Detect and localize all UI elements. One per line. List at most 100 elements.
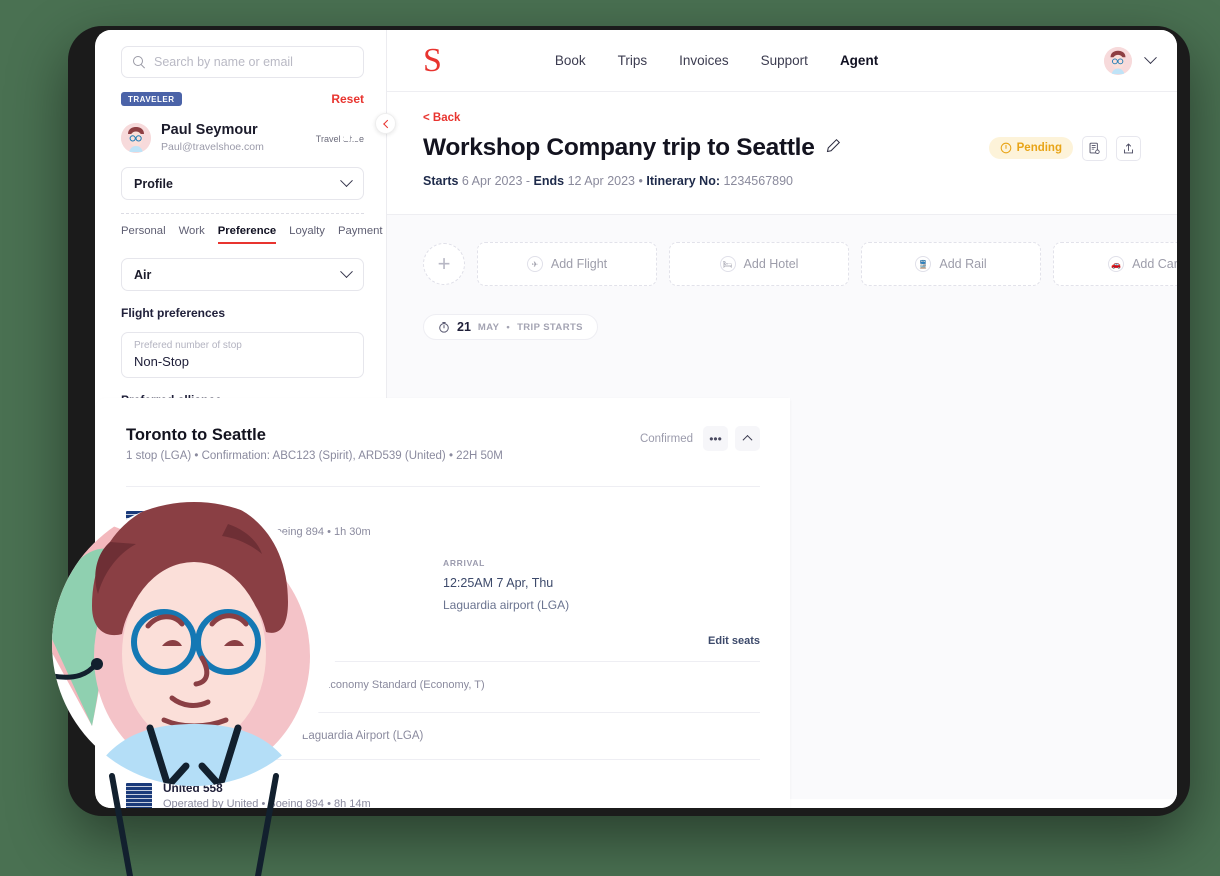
train-icon: 🚆 (915, 256, 932, 272)
preferred-stops-value: Non-Stop (134, 354, 189, 370)
add-flight-label: Add Flight (550, 257, 608, 271)
arrival-col: ARRIVAL 12:25AM 7 Apr, Thu Laguardia air… (443, 558, 760, 612)
user-menu[interactable] (1104, 46, 1157, 75)
sidebar-collapse-button[interactable] (375, 113, 396, 134)
arrival-time: 12:25AM 7 Apr, Thu (443, 576, 554, 590)
arrival-place: Laguardia airport (LGA) (443, 598, 570, 612)
stopwatch-icon (439, 322, 449, 333)
clock-icon (1000, 142, 1011, 154)
tag-row: TRAVELER Reset (121, 92, 364, 106)
tab-payment[interactable]: Payment (338, 225, 383, 244)
flight-title: Toronto to Seattle (126, 426, 266, 444)
search-input[interactable]: Search by name or email (121, 46, 364, 78)
chevron-down-icon[interactable] (1144, 51, 1157, 65)
chevron-down-icon (340, 174, 353, 188)
arrival-label: ARRIVAL (443, 558, 486, 568)
nav-links: Book Trips Invoices Support Agent (555, 53, 878, 68)
nav-item-invoices[interactable]: Invoices (679, 53, 729, 68)
category-select[interactable]: Air (121, 258, 364, 292)
traveler-badge: TRAVELER (121, 92, 182, 106)
avatar (121, 122, 151, 153)
flight-subtitle: 1 stop (LGA) • Confirmation: ABC123 (Spi… (126, 450, 503, 462)
page-title: Workshop Company trip to Seattle (423, 134, 815, 161)
share-icon (1123, 143, 1134, 153)
flight-preferences-heading: Flight preferences (121, 306, 226, 321)
tab-preference[interactable]: Preference (217, 225, 277, 245)
divider (121, 213, 364, 215)
category-select-label: Air (134, 267, 152, 282)
plane-icon: ✈ (526, 256, 543, 272)
add-toolbar: + ✈ Add Flight 🛏 Add Hotel 🚆 Add Rail 🚗 … (423, 242, 1177, 286)
starts-value: 6 Apr 2023 (461, 174, 523, 188)
preferred-stops-label: Prefered number of stop (134, 340, 242, 352)
date-dash: - (525, 174, 531, 188)
add-hotel-button[interactable]: 🛏 Add Hotel (669, 242, 849, 286)
edit-seats-button[interactable]: Edit seats (708, 635, 760, 647)
back-button[interactable]: < Back (423, 112, 1141, 124)
company-block: Travel Shoe (316, 131, 364, 151)
ends-value: 12 Apr 2023 (567, 174, 635, 188)
flight-card-actions: Confirmed ••• (640, 426, 760, 451)
trip-meta: Starts 6 Apr 2023 - Ends 12 Apr 2023 • I… (423, 174, 1141, 188)
chevron-up-icon (742, 434, 753, 445)
add-car-label: Add Car (1132, 257, 1177, 271)
logo-icon[interactable]: S (423, 43, 442, 78)
nav-item-trips[interactable]: Trips (618, 53, 648, 68)
nav-item-book[interactable]: Book (555, 53, 586, 68)
car-icon: 🚗 (1108, 256, 1125, 272)
flight-card-title-block: Toronto to Seattle 1 stop (LGA) • Confir… (126, 426, 503, 462)
chevron-down-icon (340, 265, 353, 279)
day-month: MAY (477, 321, 500, 333)
share-button[interactable] (1116, 135, 1141, 161)
mascot-illustration (52, 476, 336, 876)
nav-item-support[interactable]: Support (761, 53, 808, 68)
tab-loyalty[interactable]: Loyalty (289, 225, 325, 244)
document-icon (1089, 142, 1100, 154)
search-placeholder: Search by name or email (154, 55, 293, 69)
person-info: Paul Seymour Paul@travelshoe.com (161, 122, 264, 153)
title-actions: Pending (988, 135, 1141, 161)
chevron-left-icon (382, 119, 392, 128)
ends-label: Ends (533, 174, 565, 188)
person-email: Paul@travelshoe.com (161, 141, 264, 154)
status-badge-label: Pending (1016, 142, 1062, 154)
bed-icon: 🛏 (719, 256, 736, 272)
day-number: 21 (457, 320, 471, 334)
reset-button[interactable]: Reset (331, 92, 364, 106)
status-badge: Pending (988, 137, 1073, 159)
nav-item-agent[interactable]: Agent (840, 53, 878, 68)
preferred-stops-field[interactable]: Prefered number of stop Non-Stop (121, 332, 364, 379)
add-flight-button[interactable]: ✈ Add Flight (477, 242, 657, 286)
tab-work[interactable]: Work (179, 225, 205, 244)
avatar[interactable] (1104, 46, 1132, 75)
title-row: Workshop Company trip to Seattle Pending (423, 134, 1141, 162)
flight-status: Confirmed (639, 432, 693, 445)
flight-card-header: Toronto to Seattle 1 stop (LGA) • Confir… (126, 426, 760, 462)
person-row: Paul Seymour Paul@travelshoe.com Travel … (121, 122, 364, 153)
seat-class: Economy Standard (Economy, T) (323, 679, 485, 691)
preference-tabs: Personal Work Preference Loyalty Payment (121, 225, 383, 245)
search-icon (133, 56, 145, 68)
meta-bullet: • (638, 174, 643, 188)
person-name: Paul Seymour (161, 122, 258, 138)
itinerary-value: 1234567890 (723, 174, 794, 188)
itinerary-label: Itinerary No: (646, 174, 720, 188)
profile-select-label: Profile (134, 176, 173, 191)
day-bullet: • (506, 321, 511, 333)
profile-select[interactable]: Profile (121, 167, 364, 201)
add-car-button[interactable]: 🚗 Add Car (1053, 242, 1177, 286)
timeline-day-chip: 21 MAY • TRIP STARTS (423, 314, 598, 340)
day-note: TRIP STARTS (517, 321, 583, 333)
edit-pencil-icon[interactable] (826, 138, 841, 158)
more-options-button[interactable]: ••• (703, 426, 728, 451)
add-rail-label: Add Rail (939, 257, 987, 271)
tab-personal[interactable]: Personal (121, 225, 166, 244)
itinerary-document-button[interactable] (1082, 135, 1107, 161)
collapse-card-button[interactable] (735, 426, 760, 451)
add-hotel-label: Add Hotel (743, 257, 799, 271)
add-rail-button[interactable]: 🚆 Add Rail (861, 242, 1041, 286)
top-navigation: S Book Trips Invoices Support Agent (387, 30, 1177, 92)
starts-label: Starts (423, 174, 459, 188)
page-header: < Back Workshop Company trip to Seattle … (387, 92, 1177, 215)
add-item-button[interactable]: + (423, 243, 465, 285)
